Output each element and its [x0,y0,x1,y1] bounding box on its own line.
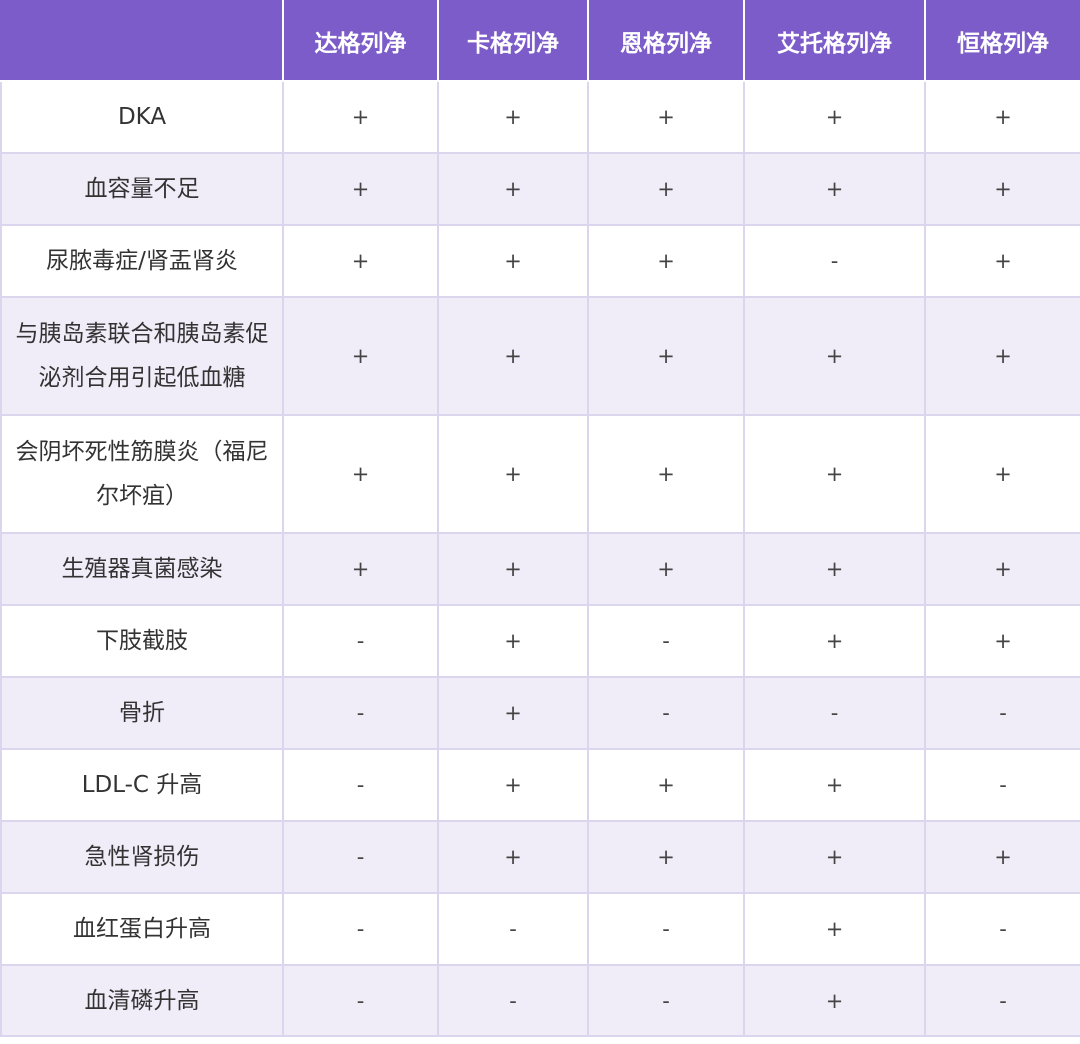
row-label: LDL-C 升高 [0,748,284,822]
cell-mark: + [437,224,589,298]
row-label: 与胰岛素联合和胰岛素促泌剂合用引起低血糖 [0,296,284,416]
cell-mark: - [587,964,745,1037]
header-cell-empty [0,0,284,82]
cell-mark: + [924,604,1080,678]
table-row: 血清磷升高 - - - + - [0,964,1080,1037]
cell-mark: + [587,532,745,606]
table-row: 急性肾损伤 - + + + + [0,820,1080,894]
cell-mark: - [587,604,745,678]
cell-mark: + [743,152,926,226]
header-cell-empagliflozin: 恩格列净 [587,0,745,82]
cell-mark: + [587,296,745,416]
cell-mark: + [924,152,1080,226]
header-cell-henagliflozin: 恒格列净 [924,0,1080,82]
cell-mark: - [587,892,745,966]
cell-mark: + [924,296,1080,416]
cell-mark: + [587,152,745,226]
cell-mark: - [282,748,439,822]
table-row: LDL-C 升高 - + + + - [0,748,1080,822]
cell-mark: - [282,892,439,966]
cell-mark: + [743,748,926,822]
header-cell-ertugliflozin: 艾托格列净 [743,0,926,82]
cell-mark: + [743,296,926,416]
row-label: 血清磷升高 [0,964,284,1037]
header-cell-dapagliflozin: 达格列净 [282,0,439,82]
row-label: DKA [0,80,284,154]
cell-mark: - [924,748,1080,822]
row-label: 骨折 [0,676,284,750]
table-row: DKA + + + + + [0,80,1080,154]
table-row: 与胰岛素联合和胰岛素促泌剂合用引起低血糖 + + + + + [0,296,1080,416]
cell-mark: + [743,414,926,534]
table-header: 达格列净 卡格列净 恩格列净 艾托格列净 恒格列净 [0,0,1080,82]
cell-mark: + [282,532,439,606]
cell-mark: + [282,80,439,154]
table-row: 生殖器真菌感染 + + + + + [0,532,1080,606]
cell-mark: + [437,80,589,154]
cell-mark: + [282,224,439,298]
cell-mark: + [437,748,589,822]
cell-mark: + [743,820,926,894]
cell-mark: + [587,748,745,822]
cell-mark: + [587,414,745,534]
cell-mark: - [437,964,589,1037]
cell-mark: + [587,224,745,298]
cell-mark: - [282,604,439,678]
cell-mark: + [282,414,439,534]
cell-mark: - [282,676,439,750]
cell-mark: + [437,296,589,416]
cell-mark: + [282,296,439,416]
cell-mark: + [743,964,926,1037]
table-row: 下肢截肢 - + - + + [0,604,1080,678]
cell-mark: + [924,414,1080,534]
cell-mark: - [282,964,439,1037]
row-label: 急性肾损伤 [0,820,284,894]
table-row: 会阴坏死性筋膜炎（福尼尔坏疽） + + + + + [0,414,1080,534]
row-label: 尿脓毒症/肾盂肾炎 [0,224,284,298]
cell-mark: - [924,892,1080,966]
cell-mark: + [924,532,1080,606]
cell-mark: + [282,152,439,226]
cell-mark: + [587,80,745,154]
header-cell-canagliflozin: 卡格列净 [437,0,589,82]
table-body: DKA + + + + + 血容量不足 + + + + + 尿脓毒症/肾盂肾炎 … [0,80,1080,1037]
table-row: 尿脓毒症/肾盂肾炎 + + + - + [0,224,1080,298]
row-label: 血红蛋白升高 [0,892,284,966]
cell-mark: + [437,152,589,226]
cell-mark: - [743,676,926,750]
cell-mark: - [924,676,1080,750]
cell-mark: + [437,604,589,678]
cell-mark: + [437,820,589,894]
cell-mark: - [587,676,745,750]
table-row: 血容量不足 + + + + + [0,152,1080,226]
header-row: 达格列净 卡格列净 恩格列净 艾托格列净 恒格列净 [0,0,1080,82]
adverse-effects-table: 达格列净 卡格列净 恩格列净 艾托格列净 恒格列净 DKA + + + + + … [0,0,1080,1037]
cell-mark: + [924,224,1080,298]
cell-mark: + [437,532,589,606]
cell-mark: + [587,820,745,894]
cell-mark: + [743,604,926,678]
cell-mark: - [743,224,926,298]
cell-mark: - [282,820,439,894]
row-label: 会阴坏死性筋膜炎（福尼尔坏疽） [0,414,284,534]
cell-mark: + [743,892,926,966]
table-row: 骨折 - + - - - [0,676,1080,750]
cell-mark: + [743,532,926,606]
cell-mark: + [743,80,926,154]
row-label: 下肢截肢 [0,604,284,678]
row-label: 血容量不足 [0,152,284,226]
row-label: 生殖器真菌感染 [0,532,284,606]
cell-mark: + [924,80,1080,154]
cell-mark: - [437,892,589,966]
table-row: 血红蛋白升高 - - - + - [0,892,1080,966]
cell-mark: + [437,676,589,750]
cell-mark: + [437,414,589,534]
cell-mark: - [924,964,1080,1037]
cell-mark: + [924,820,1080,894]
